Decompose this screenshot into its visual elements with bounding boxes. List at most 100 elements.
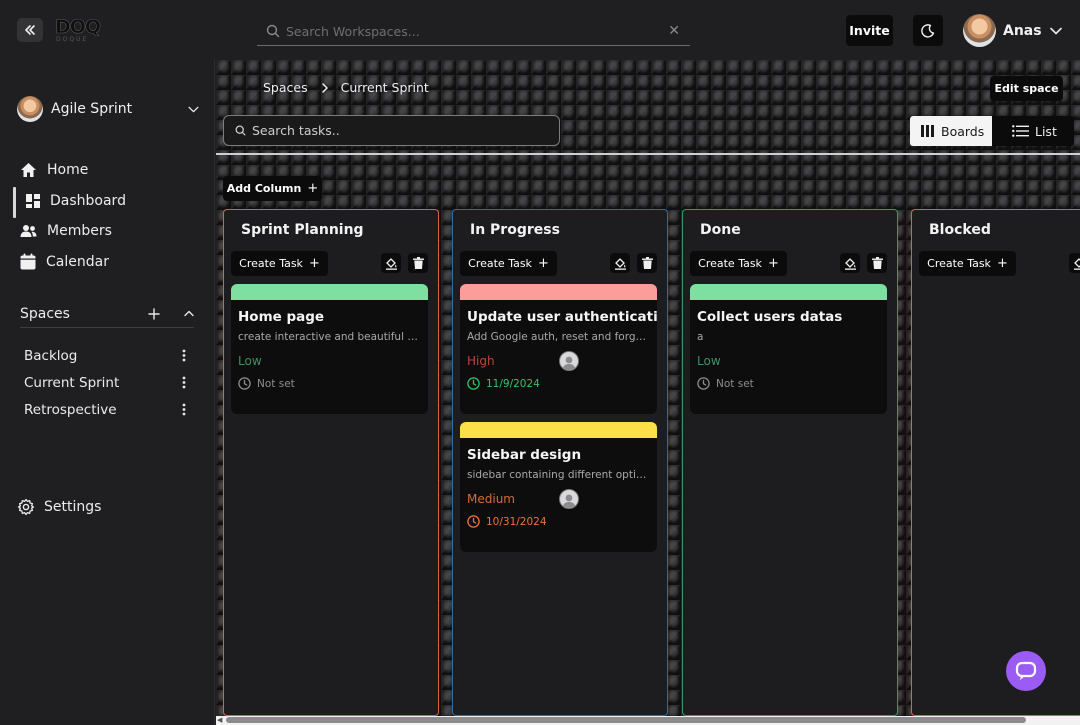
priority-label: Low (238, 354, 262, 368)
edit-space-button[interactable]: Edit space (990, 76, 1063, 101)
priority-bar (690, 284, 887, 300)
task-description: create interactive and beautiful ho... (238, 331, 421, 343)
assignee-avatar[interactable] (559, 489, 579, 509)
column-title: Done (700, 222, 741, 238)
assignee-avatar[interactable] (559, 351, 579, 371)
task-title: Collect users datas (697, 309, 843, 325)
scroll-left-icon[interactable]: ◀ (217, 717, 222, 724)
clear-search-icon[interactable]: ✕ (668, 23, 680, 39)
user-icon (562, 494, 576, 508)
dashboard-icon (26, 193, 40, 208)
paint-bucket-icon[interactable] (610, 253, 630, 273)
chat-bubble-icon (1015, 661, 1037, 680)
add-space-icon[interactable] (148, 307, 160, 320)
search-icon (235, 125, 246, 136)
plus-icon: + (537, 256, 549, 271)
invite-button[interactable]: Invite (846, 15, 893, 46)
due-date-text: 11/9/2024 (486, 377, 540, 390)
list-view-button[interactable]: List (992, 116, 1074, 146)
task-meta: Low (238, 351, 428, 371)
workspace-selector[interactable]: Agile Sprint (17, 95, 199, 123)
view-toggle: Boards List (910, 116, 1074, 146)
gear-icon (17, 498, 35, 516)
board-column-blocked: Blocked Create Task + (911, 209, 1080, 716)
chat-button[interactable] (1006, 651, 1046, 691)
sidebar-item-label: Dashboard (50, 192, 126, 209)
user-name: Anas (1003, 22, 1042, 39)
sidebar-item-members[interactable]: Members (0, 216, 214, 247)
breadcrumb-current[interactable]: Current Sprint (341, 80, 429, 95)
chevron-down-icon (1049, 27, 1062, 35)
chevron-up-icon[interactable] (184, 310, 194, 317)
chevron-right-icon (321, 82, 328, 93)
column-title: Sprint Planning (241, 222, 364, 238)
column-title: Blocked (929, 222, 991, 238)
due-date-text: Not set (716, 377, 754, 390)
settings-label: Settings (44, 499, 102, 515)
trash-icon[interactable] (408, 253, 428, 273)
list-icon (1012, 125, 1029, 137)
paint-bucket-icon[interactable] (381, 253, 401, 273)
plus-icon: + (767, 256, 779, 271)
board-column-done: Done Create Task + Collect users datas a … (682, 209, 898, 716)
task-description: a (697, 331, 704, 343)
task-meta: Low (697, 351, 887, 371)
collapse-sidebar-button[interactable] (17, 18, 43, 42)
workspace-search-input[interactable] (286, 23, 669, 39)
trash-icon[interactable] (637, 253, 657, 273)
create-task-label: Create Task (927, 257, 991, 270)
more-vertical-icon[interactable] (182, 349, 186, 362)
paint-bucket-icon[interactable] (840, 253, 860, 273)
task-card[interactable]: Home page create interactive and beautif… (231, 284, 428, 414)
task-search-input[interactable] (252, 123, 559, 138)
task-card[interactable]: Sidebar design sidebar containing differ… (460, 422, 657, 552)
boards-view-button[interactable]: Boards (910, 116, 992, 146)
sidebar-item-home[interactable]: Home (0, 155, 214, 186)
horizontal-scrollbar[interactable]: ◀ (216, 716, 1080, 725)
sidebar-item-dashboard[interactable]: Dashboard (0, 186, 214, 217)
create-task-label: Create Task (468, 257, 532, 270)
sidebar: Agile Sprint Home Dashboard Members Cale… (0, 60, 215, 725)
space-item-label: Retrospective (24, 401, 117, 418)
space-item-current-sprint[interactable]: Current Sprint (24, 369, 186, 396)
task-card[interactable]: Update user authentication Add Google au… (460, 284, 657, 414)
create-task-button[interactable]: Create Task + (690, 251, 787, 276)
workspace-search: ✕ (257, 17, 690, 46)
space-item-label: Backlog (24, 347, 78, 364)
members-icon (20, 225, 37, 238)
list-label: List (1035, 123, 1057, 139)
top-bar: DOQ DOQUE ✕ Invite Anas (0, 0, 1080, 60)
priority-label: Medium (467, 492, 515, 506)
breadcrumb-spaces[interactable]: Spaces (263, 80, 308, 95)
theme-toggle-button[interactable] (913, 15, 943, 46)
task-card[interactable]: Collect users datas a Low Not set (690, 284, 887, 414)
more-vertical-icon[interactable] (182, 403, 186, 416)
create-task-button[interactable]: Create Task + (919, 251, 1016, 276)
add-column-button[interactable]: Add Column + (223, 176, 322, 201)
task-description: Add Google auth, reset and forgot ... (467, 331, 650, 343)
sidebar-item-label: Home (47, 162, 89, 179)
sidebar-item-calendar[interactable]: Calendar (0, 247, 214, 278)
create-task-button[interactable]: Create Task + (231, 251, 328, 276)
trash-icon[interactable] (867, 253, 887, 273)
priority-label: Low (697, 354, 721, 368)
task-meta: High (467, 351, 657, 371)
spaces-header: Spaces (20, 300, 194, 328)
space-item-backlog[interactable]: Backlog (24, 342, 186, 369)
breadcrumb: Spaces Current Sprint (263, 80, 429, 95)
create-task-label: Create Task (239, 257, 303, 270)
home-icon (21, 163, 36, 178)
space-item-retrospective[interactable]: Retrospective (24, 396, 186, 423)
due-date: Not set (697, 377, 887, 390)
task-title: Sidebar design (467, 447, 582, 463)
more-vertical-icon[interactable] (182, 376, 186, 389)
paint-bucket-icon[interactable] (1069, 253, 1080, 273)
settings-link[interactable]: Settings (17, 498, 101, 516)
task-search (223, 115, 560, 146)
priority-bar (460, 422, 657, 438)
create-task-button[interactable]: Create Task + (460, 251, 557, 276)
app-logo[interactable]: DOQ DOQUE (55, 17, 102, 44)
scrollbar-thumb[interactable] (226, 717, 1026, 723)
task-description: sidebar containing different option... (467, 469, 650, 481)
user-menu[interactable]: Anas (963, 14, 1062, 47)
